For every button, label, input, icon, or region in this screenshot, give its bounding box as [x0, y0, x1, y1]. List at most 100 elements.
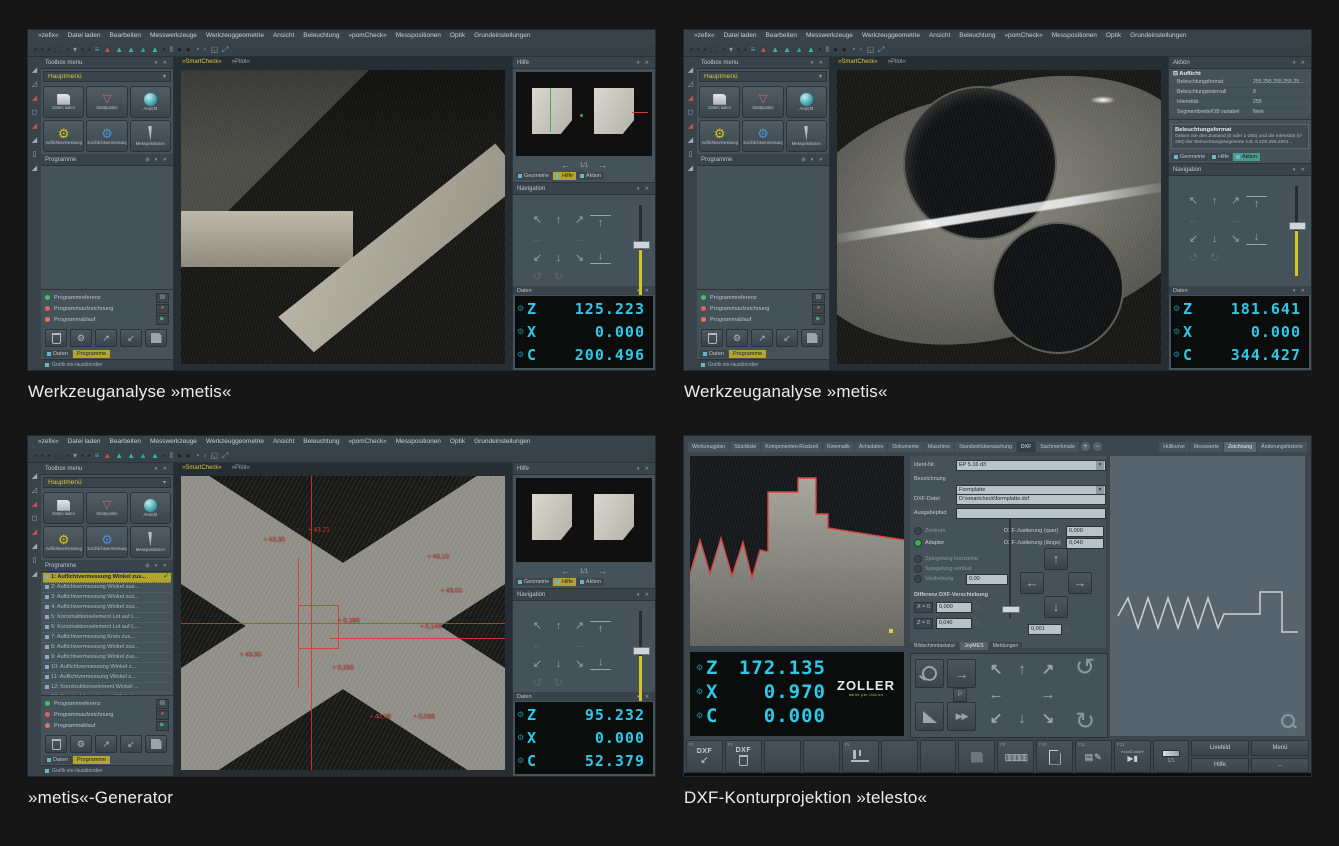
move-left[interactable]: ← — [527, 636, 548, 655]
toolbox-button[interactable]: ⚙ Auflichtvermessung — [699, 120, 740, 152]
play-button[interactable]: ▶ — [156, 721, 169, 731]
menu-item[interactable]: Ansicht — [273, 438, 294, 448]
toolbar-icon[interactable]: ▲ — [139, 452, 147, 460]
toolbar-icon[interactable]: ▪ — [704, 46, 707, 54]
menu-item[interactable]: Datei laden — [724, 32, 757, 42]
main-tab[interactable]: DXF — [1017, 442, 1035, 452]
jog-up-left[interactable]: ↖ — [983, 658, 1009, 683]
program-step[interactable]: 1: Auflichtvermessung Winkel zus... — [43, 573, 171, 583]
rail-icon[interactable]: ◿ — [32, 487, 37, 494]
import-button[interactable]: ↙ — [776, 329, 798, 347]
program-step[interactable]: 12: Konstruktionselement Winkel ... — [43, 683, 171, 693]
side-tab[interactable]: Geometrie — [515, 172, 552, 180]
lock-icon[interactable] — [974, 621, 980, 626]
settings-button[interactable]: ⚙ — [70, 735, 92, 753]
view-tab[interactable]: Hüllkurve — [1159, 442, 1189, 452]
function-key-slot[interactable] — [920, 740, 957, 773]
menu-item[interactable]: Messpositionen — [1052, 32, 1097, 42]
rail-icon[interactable]: ◢ — [32, 529, 37, 536]
main-menu-selector[interactable]: Hauptmenü▾ — [43, 71, 171, 82]
delete-button[interactable] — [45, 329, 67, 347]
move-bottom[interactable]: ↓ — [1246, 230, 1267, 245]
toolbar-icon[interactable]: ▫ — [860, 46, 863, 54]
toolbar-icon[interactable]: ▪ — [41, 46, 44, 54]
toolbar-icon[interactable]: ▪ — [744, 46, 747, 54]
prev-arrow-icon[interactable]: ← — [561, 567, 570, 576]
diff-x-badge[interactable]: X = 0 — [914, 602, 933, 613]
check-verdrehung[interactable]: Verdrehung — [914, 574, 953, 584]
program-step[interactable]: 8: Auflichtvermessung Winkel zus... — [43, 643, 171, 653]
menu-item[interactable]: Ansicht — [273, 32, 294, 42]
toolbox-button[interactable]: Messpositionen — [786, 120, 827, 152]
toolbar-icon[interactable]: ▪ — [48, 46, 51, 54]
rail-icon[interactable]: ▯ — [33, 557, 37, 564]
program-step[interactable]: 3: Auflichtvermessung Winkel zus... — [43, 593, 171, 603]
corner-button[interactable]: Menü — [1251, 740, 1309, 756]
output-path-input[interactable] — [956, 508, 1106, 519]
toolbar-icon[interactable]: ▫ — [204, 452, 207, 460]
side-tab[interactable]: Aktion — [1233, 153, 1260, 161]
nudge-up-button[interactable]: ↑ — [1044, 548, 1068, 570]
settings-button[interactable]: ⚙ — [726, 329, 748, 347]
function-key-slot[interactable]: F1 DXF — [686, 740, 723, 773]
nudge-left-button[interactable]: ← — [1020, 572, 1044, 594]
main-menu-selector[interactable]: Hauptmenü▾ — [43, 477, 171, 488]
tool-thumbnail[interactable] — [532, 88, 572, 134]
toolbar-icon[interactable]: ▪ — [163, 452, 166, 460]
program-step[interactable]: 5: Konstruktionselement Lot auf L... — [43, 613, 171, 623]
move-up-right[interactable]: ↗ — [569, 617, 590, 636]
rail-icon[interactable]: ▯ — [33, 151, 37, 158]
toolbox-button[interactable]: ▽ Startpunkte — [742, 86, 783, 118]
toolbox-button[interactable]: Messpositionen — [130, 120, 171, 152]
toolbox-button[interactable]: ⚙ Durchlichtvermessung — [742, 120, 783, 152]
rotate-cw[interactable]: ↻ — [548, 268, 569, 287]
jog-down[interactable]: ↓ — [1009, 707, 1035, 732]
tab-smartcheck[interactable]: »SmartCheck« — [182, 465, 222, 471]
move-right[interactable]: → — [1225, 211, 1246, 230]
function-key-slot[interactable]: F5 — [842, 740, 879, 773]
menu-item[interactable]: Werkzeuggeometrie — [206, 438, 264, 448]
rotate-cw-button[interactable]: ↻ — [1075, 710, 1095, 734]
status-button[interactable]: ▨ — [812, 293, 825, 303]
rotate-ccw[interactable]: ↺ — [1183, 249, 1204, 268]
toolbar-icon[interactable]: ▲ — [783, 46, 791, 54]
move-top[interactable]: ↑ — [590, 621, 611, 636]
toolbar-icon[interactable]: ▪ — [163, 46, 166, 54]
menu-item[interactable]: »zefix« — [38, 438, 59, 448]
camera-image[interactable] — [181, 70, 505, 364]
menu-item[interactable]: Werkzeuggeometrie — [862, 32, 920, 42]
rail-icon[interactable]: ◿ — [688, 81, 693, 88]
toolbar-icon[interactable]: ◔ — [195, 46, 200, 54]
toolbar-icon[interactable]: ▲ — [771, 46, 779, 54]
speed-slider[interactable] — [1295, 186, 1298, 276]
rail-icon[interactable]: ◻ — [32, 515, 38, 522]
step-slider-handle[interactable] — [1002, 606, 1020, 613]
menu-item[interactable]: Beleuchtung — [303, 438, 339, 448]
check-spiegelung-v[interactable]: Spiegelung vertikal — [914, 564, 971, 574]
rotate-cw[interactable]: ↻ — [548, 674, 569, 693]
function-key-slot[interactable] — [958, 740, 995, 773]
move-up-left[interactable]: ↖ — [1183, 192, 1204, 211]
camera-image[interactable] — [837, 70, 1161, 364]
move-right[interactable]: → — [569, 230, 590, 249]
move-bottom[interactable]: ↓ — [590, 249, 611, 264]
function-key-slot[interactable] — [803, 740, 840, 773]
rail-icon[interactable]: ◢ — [32, 571, 37, 578]
dxf-file-input[interactable]: D:\smartcheck\formplatte.dxf — [956, 494, 1106, 505]
toolbar-icon[interactable]: ▲ — [127, 452, 135, 460]
nudge-down-button[interactable]: ↓ — [1044, 596, 1068, 618]
toolbar-icon[interactable]: ◔ — [851, 46, 856, 54]
jog-down-left[interactable]: ↙ — [983, 707, 1009, 732]
function-key-slot[interactable] — [764, 740, 801, 773]
save-button[interactable] — [145, 329, 167, 347]
toolbar-icon[interactable]: ≡ — [95, 452, 100, 460]
main-tab[interactable]: Kinematik — [823, 442, 854, 452]
zoom-icon[interactable] — [1281, 714, 1295, 728]
tool-thumbnail[interactable] — [532, 494, 572, 540]
toolbox-button[interactable]: ⚙ Auflichtvermessung — [43, 526, 84, 558]
move-bottom[interactable]: ↓ — [590, 655, 611, 670]
toolbar-icon[interactable]: ‖ — [826, 46, 829, 54]
tab-smartcheck[interactable]: »SmartCheck« — [838, 59, 878, 65]
status-button[interactable]: ▨ — [156, 699, 169, 709]
save-button[interactable] — [145, 735, 167, 753]
